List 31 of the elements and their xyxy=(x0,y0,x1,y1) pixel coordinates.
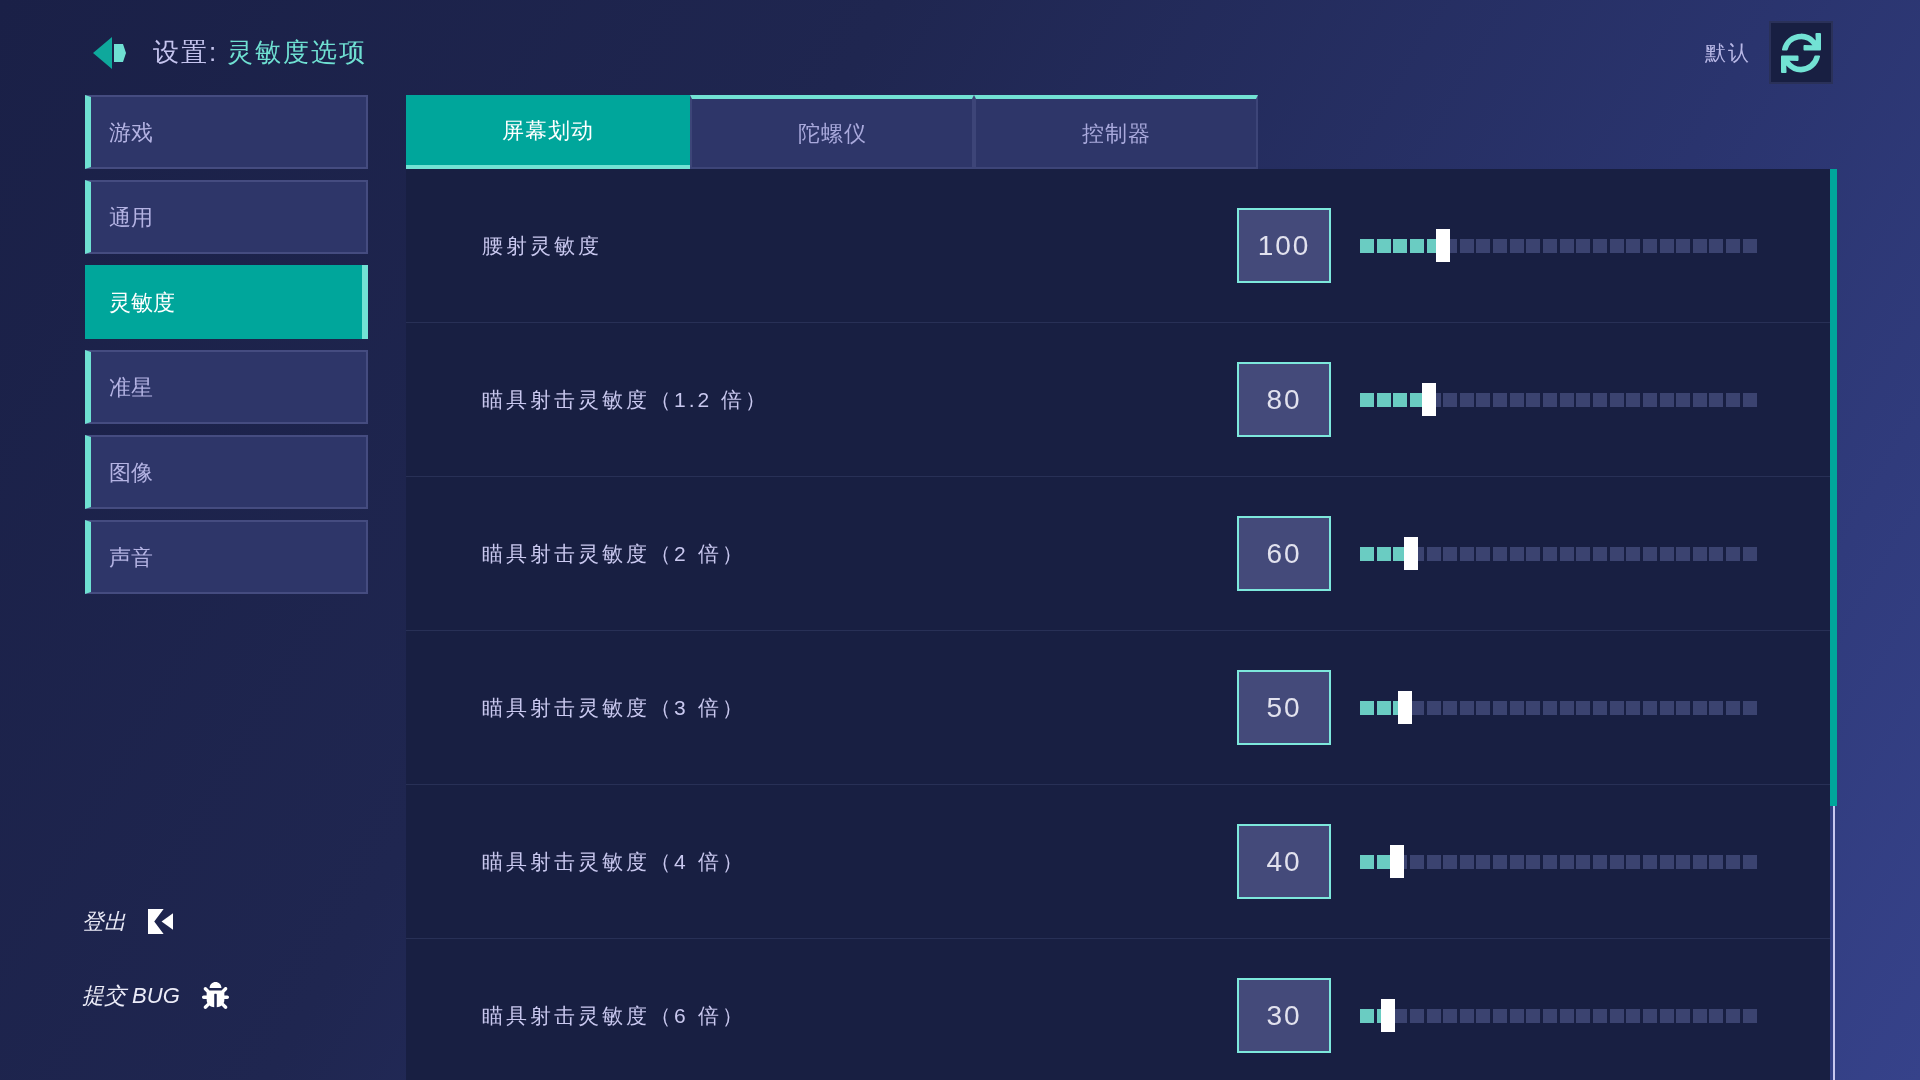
value-field[interactable]: 40 xyxy=(1237,824,1331,899)
setting-label: 瞄具射击灵敏度（2 倍） xyxy=(482,541,746,565)
setting-label: 瞄具射击灵敏度（4 倍） xyxy=(482,849,746,873)
value-field[interactable]: 50 xyxy=(1237,670,1331,745)
sidebar-item[interactable]: 灵敏度 xyxy=(85,265,368,339)
value-field[interactable]: 30 xyxy=(1237,978,1331,1053)
sidebar-item[interactable]: 图像 xyxy=(85,435,368,509)
sidebar-item[interactable]: 声音 xyxy=(85,520,368,594)
setting-label: 瞄具射击灵敏度（3 倍） xyxy=(482,695,746,719)
setting-label: 瞄具射击灵敏度（1.2 倍） xyxy=(482,387,770,411)
sidebar-item[interactable]: 游戏 xyxy=(85,95,368,169)
tab[interactable]: 屏幕划动 xyxy=(406,95,690,169)
setting-label: 瞄具射击灵敏度（6 倍） xyxy=(482,1003,746,1027)
value-field[interactable]: 80 xyxy=(1237,362,1331,437)
refresh-button[interactable] xyxy=(1769,21,1833,84)
logout-icon xyxy=(148,908,173,934)
refresh-icon xyxy=(1781,32,1821,73)
reset-label: 默认 xyxy=(1705,39,1751,66)
sidebar-link[interactable]: 提交 BUG xyxy=(82,978,180,1012)
sidebar-link[interactable]: 登出 xyxy=(82,904,126,938)
page-title: 设置: 灵敏度选项 xyxy=(153,36,368,69)
tab[interactable]: 控制器 xyxy=(974,95,1258,169)
value-field[interactable]: 100 xyxy=(1237,208,1331,283)
tab[interactable]: 陀螺仪 xyxy=(690,95,974,169)
sidebar-item[interactable]: 通用 xyxy=(85,180,368,254)
bug-icon xyxy=(201,981,229,1009)
setting-label: 腰射灵敏度 xyxy=(482,233,602,257)
sidebar-item[interactable]: 准星 xyxy=(85,350,368,424)
scrollbar-thumb[interactable] xyxy=(1830,169,1837,806)
back-arrow-icon[interactable] xyxy=(93,36,126,69)
value-field[interactable]: 60 xyxy=(1237,516,1331,591)
